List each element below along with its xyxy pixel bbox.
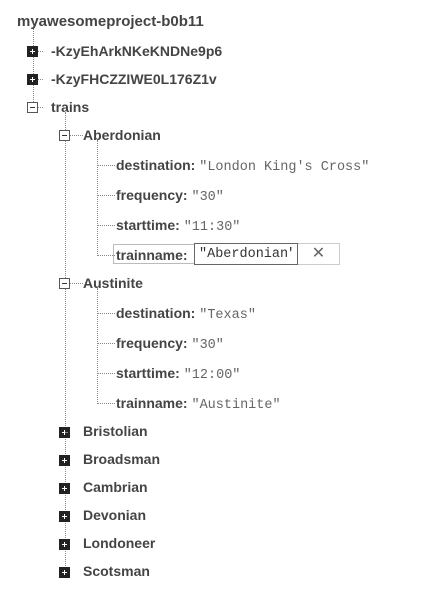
root-label[interactable]: myawesomeproject-b0b11 — [17, 13, 204, 30]
field-key: starttime: — [116, 365, 180, 381]
field-value[interactable]: "12:00" — [184, 368, 241, 383]
field-value[interactable]: "30" — [191, 338, 223, 353]
tree-node-aberdonian[interactable]: Aberdonian — [83, 126, 161, 144]
tree-node-trains[interactable]: trains — [51, 98, 89, 116]
tree-node-londoneer[interactable]: Londoneer — [83, 534, 155, 552]
node-label[interactable]: -KzyFHCZZIWE0L176Z1v — [51, 71, 217, 87]
plus-box-icon[interactable] — [59, 539, 70, 550]
plus-box-icon[interactable] — [27, 46, 38, 57]
node-label[interactable]: -KzyEhArkNKeKNDNe9p6 — [51, 43, 222, 59]
node-label[interactable]: Aberdonian — [83, 127, 161, 143]
tree-node-austinite[interactable]: Austinite — [83, 274, 143, 292]
node-label[interactable]: Londoneer — [83, 535, 155, 551]
tree-node-bristolian[interactable]: Bristolian — [83, 422, 148, 440]
field-key: destination: — [116, 157, 196, 173]
tree-node-pushed-1[interactable]: -KzyEhArkNKeKNDNe9p6 — [51, 42, 222, 60]
field-key: destination: — [116, 305, 196, 321]
field-destination[interactable]: destination: "London King's Cross" — [116, 156, 369, 177]
node-label[interactable]: Cambrian — [83, 479, 148, 495]
field-key: starttime: — [116, 217, 180, 233]
minus-box-icon[interactable] — [27, 102, 38, 113]
node-label[interactable]: Scotsman — [83, 563, 150, 579]
field-value[interactable]: "30" — [191, 190, 223, 205]
plus-box-icon[interactable] — [27, 74, 38, 85]
close-icon[interactable]: ✕ — [298, 243, 340, 265]
minus-box-icon[interactable] — [59, 278, 70, 289]
field-frequency[interactable]: frequency: "30" — [116, 334, 224, 355]
field-frequency[interactable]: frequency: "30" — [116, 186, 224, 207]
field-trainname[interactable]: trainname: "Austinite" — [116, 394, 281, 415]
node-label[interactable]: Devonian — [83, 507, 146, 523]
field-value[interactable]: "Austinite" — [191, 398, 280, 413]
node-label[interactable]: Broadsman — [83, 451, 160, 467]
minus-box-icon[interactable] — [59, 130, 70, 141]
tree-node-cambrian[interactable]: Cambrian — [83, 478, 148, 496]
plus-box-icon[interactable] — [59, 455, 70, 466]
tree-node-pushed-2[interactable]: -KzyFHCZZIWE0L176Z1v — [51, 70, 217, 88]
field-key: frequency: — [116, 335, 188, 351]
node-label[interactable]: trains — [51, 99, 89, 115]
tree-node-devonian[interactable]: Devonian — [83, 506, 146, 524]
field-value[interactable]: "11:30" — [184, 220, 241, 235]
field-starttime[interactable]: starttime: "11:30" — [116, 216, 240, 237]
field-value[interactable]: "Texas" — [199, 308, 256, 323]
edit-value-input[interactable] — [194, 243, 298, 265]
node-label[interactable]: Austinite — [83, 275, 143, 291]
plus-box-icon[interactable] — [59, 567, 70, 578]
tree-node-broadsman[interactable]: Broadsman — [83, 450, 160, 468]
tree-node-scotsman[interactable]: Scotsman — [83, 562, 150, 580]
field-starttime[interactable]: starttime: "12:00" — [116, 364, 240, 385]
field-key: trainname: — [116, 395, 188, 411]
field-trainname[interactable]: trainname: — [116, 246, 188, 264]
plus-box-icon[interactable] — [59, 483, 70, 494]
field-value[interactable]: "London King's Cross" — [199, 160, 369, 175]
field-destination[interactable]: destination: "Texas" — [116, 304, 256, 325]
plus-box-icon[interactable] — [59, 511, 70, 522]
field-key: frequency: — [116, 187, 188, 203]
root-node[interactable]: myawesomeproject-b0b11 — [17, 13, 204, 31]
node-label[interactable]: Bristolian — [83, 423, 148, 439]
field-key: trainname: — [116, 247, 188, 263]
